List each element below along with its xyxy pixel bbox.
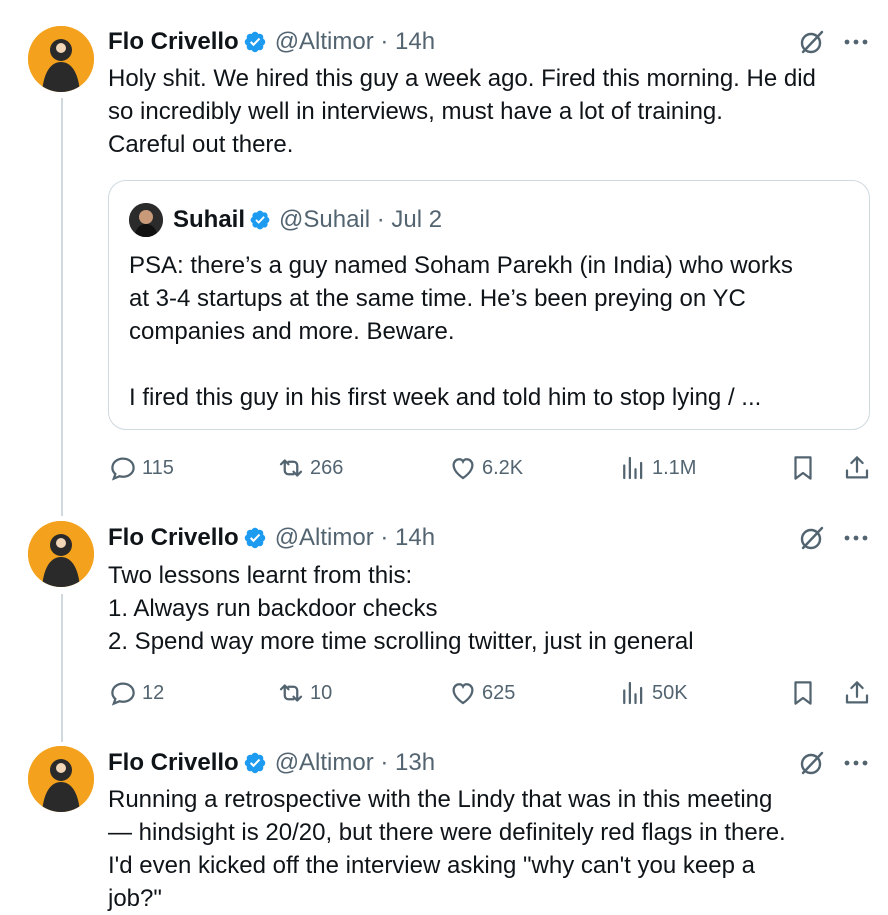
repost-count: 10 bbox=[310, 681, 333, 704]
more-icon[interactable] bbox=[842, 751, 870, 775]
quote-text-line: I fired this guy in his first week and t… bbox=[129, 384, 762, 411]
tweet-text-line: Running a retrospective with the Lindy t… bbox=[108, 786, 773, 813]
repost-button[interactable]: 266 bbox=[276, 451, 343, 485]
quote-text-spacer bbox=[129, 348, 859, 381]
views-count: 1.1M bbox=[652, 456, 697, 479]
like-button[interactable]: 6.2K bbox=[448, 451, 523, 485]
tweet-header: Flo Crivello @Altimor · 14h bbox=[108, 26, 435, 58]
repost-count: 266 bbox=[310, 456, 344, 479]
tweet-text-line: I'd even kicked off the interview asking… bbox=[108, 852, 755, 879]
quote-author-name[interactable]: Suhail bbox=[173, 206, 245, 234]
repost-icon bbox=[279, 684, 303, 702]
tweet-header: Flo Crivello @Altimor · 14h bbox=[108, 522, 435, 554]
author-handle[interactable]: @Altimor · 14h bbox=[275, 28, 435, 56]
avatar[interactable] bbox=[28, 746, 94, 812]
quote-header: Suhail @Suhail · Jul 2 bbox=[173, 203, 442, 237]
quote-text-line: PSA: there’s a guy named Soham Parekh (i… bbox=[129, 252, 793, 279]
tweet-text: Holy shit. We hired this guy a week ago.… bbox=[108, 62, 878, 161]
repost-icon bbox=[279, 459, 303, 477]
tweet-text-line: so incredibly well in interviews, must h… bbox=[108, 98, 723, 125]
verified-badge-icon bbox=[244, 752, 265, 774]
quote-text: PSA: there’s a guy named Soham Parekh (i… bbox=[129, 249, 859, 414]
thread-line bbox=[61, 594, 63, 742]
quote-avatar[interactable] bbox=[129, 203, 163, 237]
like-icon bbox=[452, 683, 474, 705]
tweet-header: Flo Crivello @Altimor · 13h bbox=[108, 747, 435, 779]
action-bar: 115 266 6.2K 1.1M bbox=[108, 451, 878, 485]
tweet-text-line: Holy shit. We hired this guy a week ago.… bbox=[108, 65, 816, 92]
like-button[interactable]: 625 bbox=[448, 676, 515, 710]
more-icon[interactable] bbox=[842, 30, 870, 54]
verified-badge-icon bbox=[244, 31, 265, 53]
like-count: 6.2K bbox=[482, 456, 524, 479]
repost-button[interactable]: 10 bbox=[276, 676, 332, 710]
reply-button[interactable]: 115 bbox=[108, 451, 174, 485]
views-icon bbox=[623, 681, 643, 705]
verified-badge-icon bbox=[250, 210, 270, 230]
share-icon[interactable] bbox=[842, 678, 872, 708]
quote-tweet[interactable]: Suhail @Suhail · Jul 2 PSA: there’s a gu… bbox=[108, 180, 870, 430]
grok-icon[interactable] bbox=[798, 28, 826, 56]
quote-text-line: at 3-4 startups at the same time. He’s b… bbox=[129, 285, 746, 312]
like-icon bbox=[452, 458, 474, 480]
tweet-text-line: job?" bbox=[108, 885, 162, 912]
reply-icon bbox=[111, 682, 135, 706]
quote-text-line: companies and more. Beware. bbox=[129, 318, 455, 345]
grok-icon[interactable] bbox=[798, 524, 826, 552]
tweet-text-line: Two lessons learnt from this: bbox=[108, 562, 413, 589]
author-name[interactable]: Flo Crivello bbox=[108, 28, 239, 56]
reply-icon bbox=[111, 457, 135, 481]
views-button[interactable]: 50K bbox=[618, 676, 688, 710]
tweet-text-line: Careful out there. bbox=[108, 131, 294, 158]
tweet-text-line: — hindsight is 20/20, but there were def… bbox=[108, 819, 786, 846]
tweet-text-line: 1. Always run backdoor checks bbox=[108, 595, 438, 622]
like-count: 625 bbox=[482, 681, 516, 704]
views-button[interactable]: 1.1M bbox=[618, 451, 696, 485]
reply-count: 115 bbox=[142, 456, 174, 479]
bookmark-icon[interactable] bbox=[788, 678, 818, 708]
bookmark-icon[interactable] bbox=[788, 453, 818, 483]
author-handle[interactable]: @Altimor · 14h bbox=[275, 524, 435, 552]
share-icon[interactable] bbox=[842, 453, 872, 483]
reply-button[interactable]: 12 bbox=[108, 676, 164, 710]
tweet-text: Two lessons learnt from this: 1. Always … bbox=[108, 559, 878, 658]
tweet-text: Running a retrospective with the Lindy t… bbox=[108, 783, 878, 915]
avatar[interactable] bbox=[28, 521, 94, 587]
views-icon bbox=[623, 456, 643, 480]
verified-badge-icon bbox=[244, 527, 265, 549]
reply-count: 12 bbox=[142, 681, 165, 704]
quote-author-handle[interactable]: @Suhail · Jul 2 bbox=[279, 206, 442, 234]
author-name[interactable]: Flo Crivello bbox=[108, 749, 239, 777]
author-name[interactable]: Flo Crivello bbox=[108, 524, 239, 552]
views-count: 50K bbox=[652, 681, 688, 704]
grok-icon[interactable] bbox=[798, 749, 826, 777]
author-handle[interactable]: @Altimor · 13h bbox=[275, 749, 435, 777]
avatar[interactable] bbox=[28, 26, 94, 92]
action-bar: 12 10 625 50K bbox=[108, 676, 878, 710]
thread-line bbox=[61, 98, 63, 516]
more-icon[interactable] bbox=[842, 526, 870, 550]
tweet-text-line: 2. Spend way more time scrolling twitter… bbox=[108, 628, 694, 655]
